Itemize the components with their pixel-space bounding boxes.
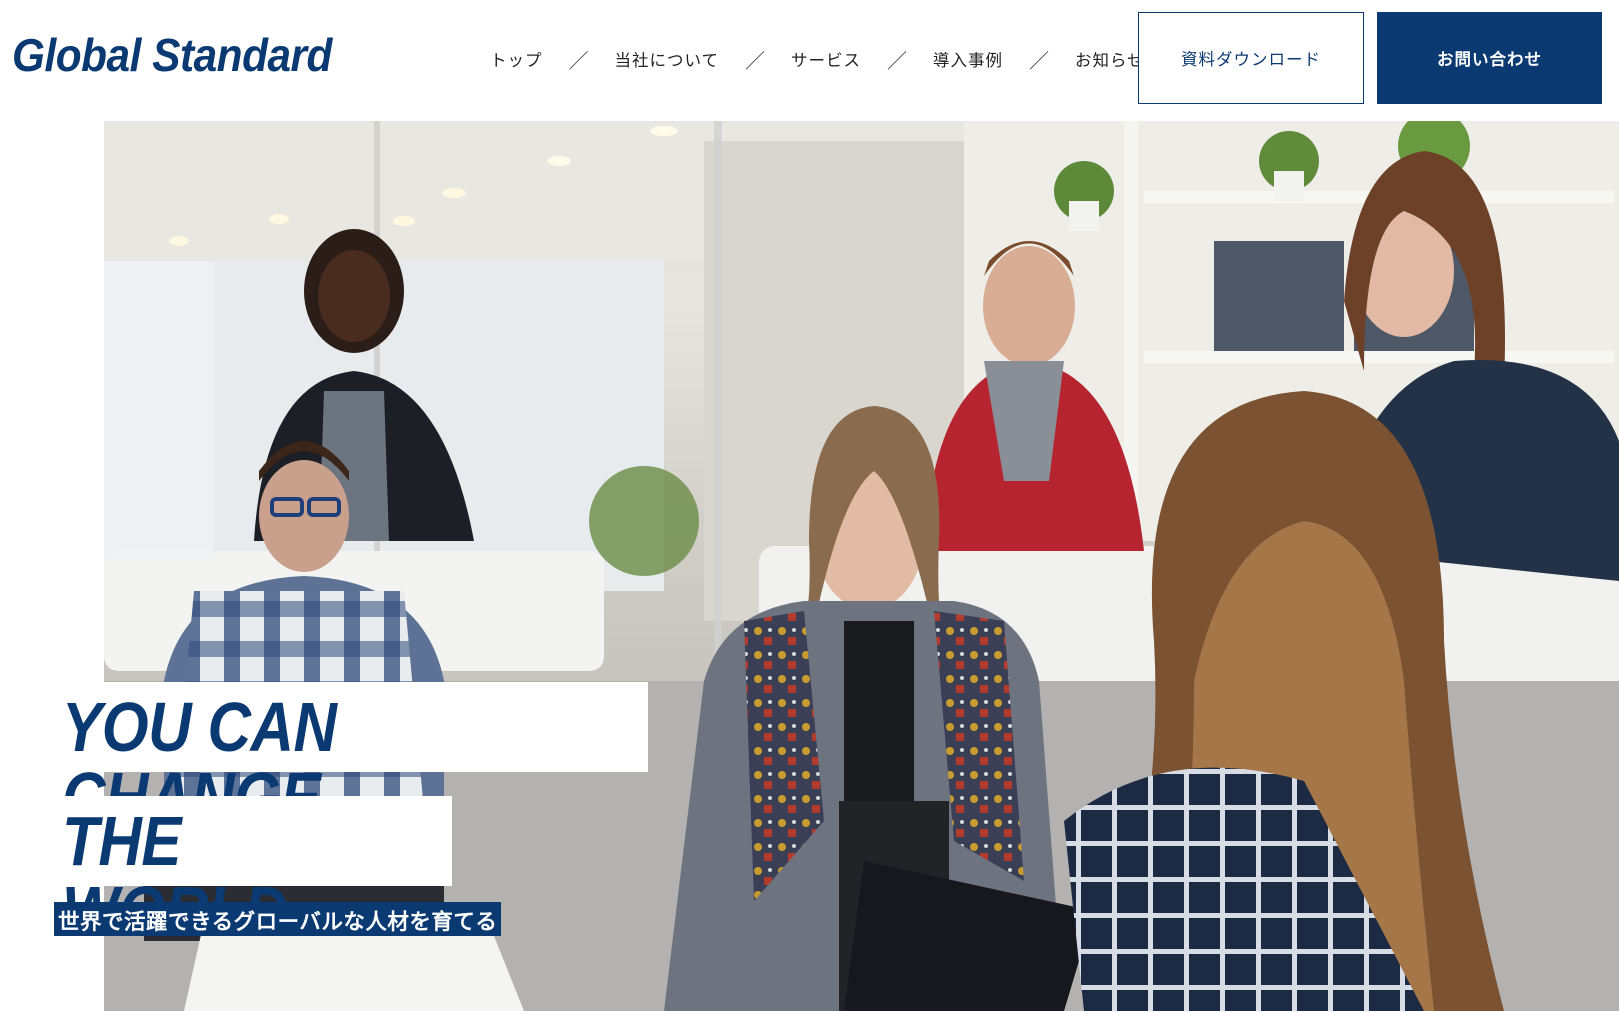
nav-item-service[interactable]: サービス	[791, 47, 861, 71]
hero-subheadline: 世界で活躍できるグローバルな人材を育てる	[54, 902, 502, 936]
nav-separator: ／	[887, 48, 908, 73]
site-header: Global Standard トップ ／ 当社について ／ サービス ／ 導入…	[0, 0, 1619, 118]
nav-item-top[interactable]: トップ	[490, 47, 543, 71]
hero-headline-line2: THE WORLD	[56, 796, 452, 946]
nav-item-about[interactable]: 当社について	[615, 47, 720, 71]
main-nav: トップ ／ 当社について ／ サービス ／ 導入事例 ／ お知らせ	[490, 44, 1145, 74]
nav-item-news[interactable]: お知らせ	[1075, 47, 1145, 71]
nav-separator: ／	[1029, 48, 1050, 73]
hero-headline-line1: YOU CAN CHANGE	[56, 682, 648, 832]
download-button[interactable]: 資料ダウンロード	[1138, 12, 1364, 104]
nav-separator: ／	[568, 48, 589, 73]
nav-separator: ／	[745, 48, 766, 73]
contact-button[interactable]: お問い合わせ	[1377, 12, 1602, 104]
nav-item-cases[interactable]: 導入事例	[933, 47, 1003, 71]
logo[interactable]: Global Standard	[12, 28, 332, 82]
